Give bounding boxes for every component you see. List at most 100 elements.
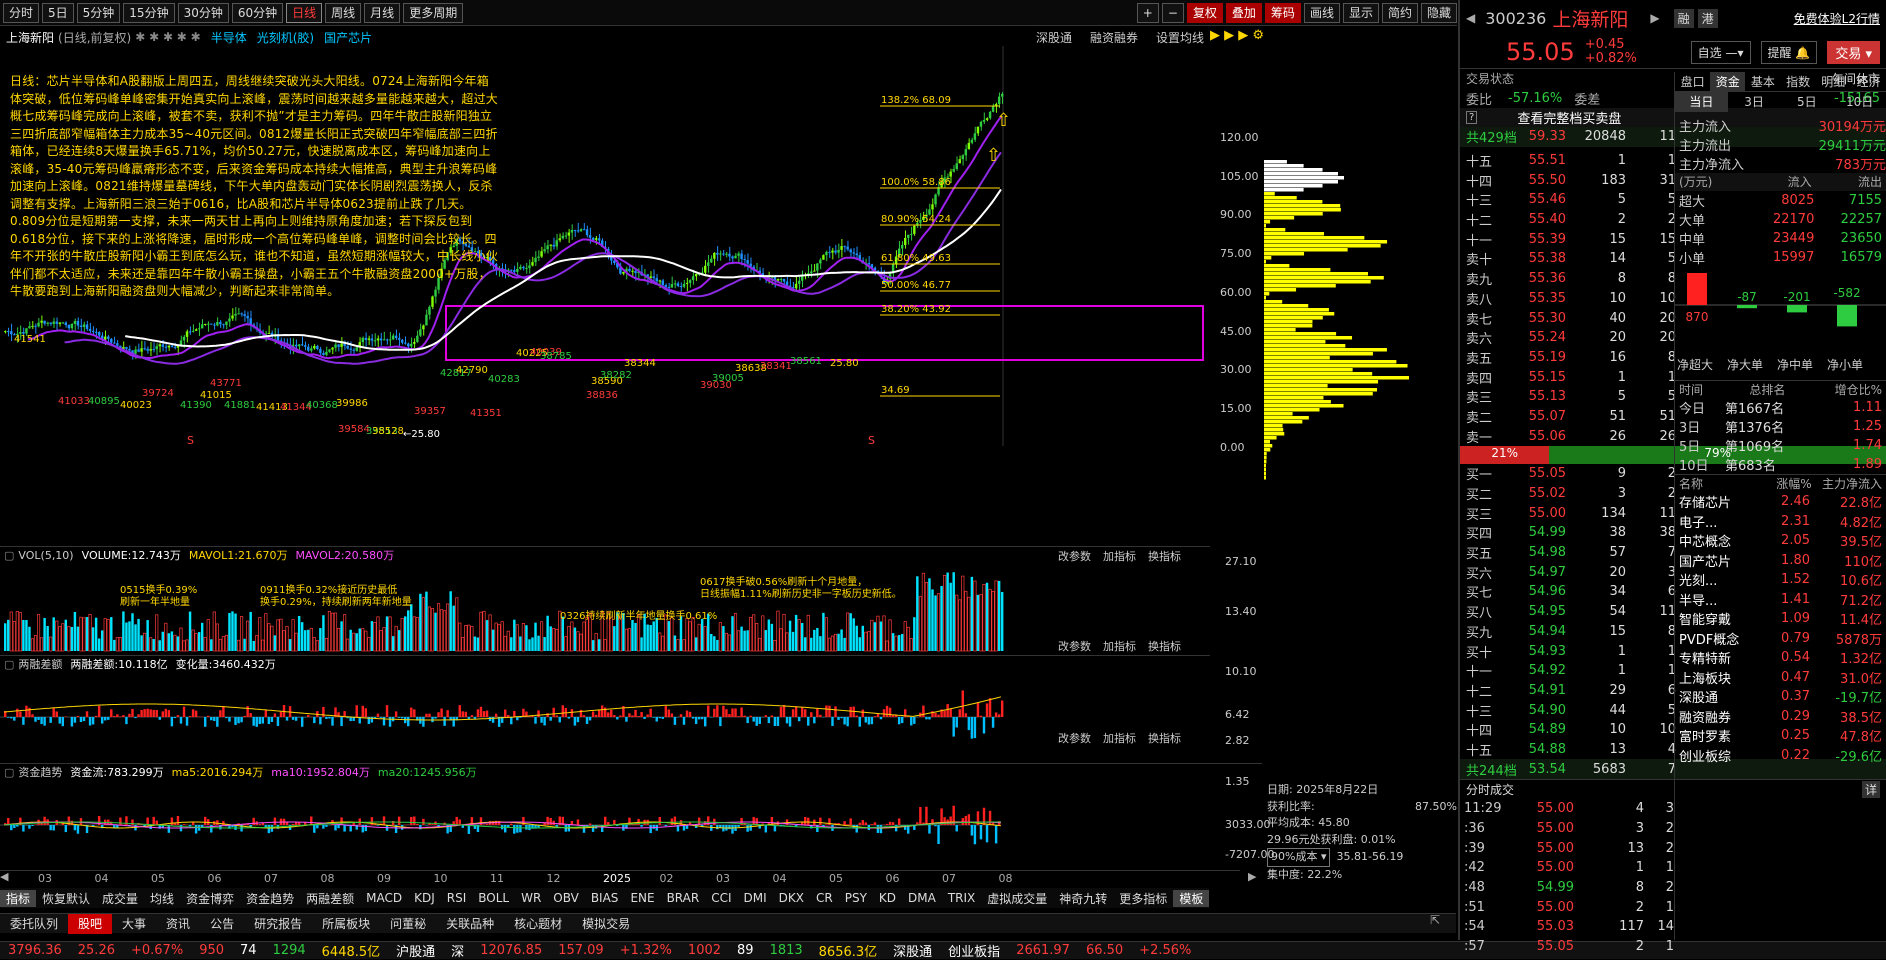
scroll-right-icon[interactable]: ▶ [1248, 870, 1256, 883]
sector-row[interactable]: 专精特新0.541.32亿 [1675, 648, 1886, 668]
indicator-tab-8[interactable]: KDJ [408, 891, 441, 905]
indicator-tab-14[interactable]: ENE [624, 891, 660, 905]
panel-tool-2[interactable]: 换指标 [1148, 548, 1181, 564]
bottom-tab-5[interactable]: 研究报告 [244, 915, 312, 932]
info-tab-5[interactable]: 经济 [1851, 72, 1886, 91]
rong-badge[interactable]: 融 [1674, 9, 1694, 28]
period-8[interactable]: 月线 [364, 3, 400, 23]
bottom-tab-2[interactable]: 大事 [112, 915, 156, 932]
chart-tool-icons[interactable]: ▶ ▶ ▶ ⚙ [1210, 28, 1264, 43]
period-0[interactable]: 分时 [3, 3, 39, 23]
bottom-tab-3[interactable]: 资讯 [156, 915, 200, 932]
toolbar-btn-7[interactable]: 简约 [1382, 3, 1418, 23]
bottom-tab-9[interactable]: 核心题材 [504, 915, 572, 932]
indicator-tab-4[interactable]: 资金博弈 [180, 890, 240, 907]
bottom-tab-10[interactable]: 模拟交易 [572, 915, 640, 932]
period-tab-3[interactable]: 10日 [1833, 92, 1886, 112]
indicator-tab-5[interactable]: 资金趋势 [240, 890, 300, 907]
sector-row[interactable]: 创业板综0.22-29.6亿 [1675, 746, 1886, 766]
tool-margin[interactable]: 融资融券 [1090, 29, 1138, 46]
toolbar-btn-3[interactable]: 叠加 [1226, 3, 1262, 23]
tool-deep[interactable]: 深股通 [1036, 29, 1072, 46]
panel-tool-1[interactable]: 加指标 [1103, 548, 1136, 564]
panel-tool-1[interactable]: 加指标 [1103, 730, 1136, 746]
info-tab-2[interactable]: 基本 [1745, 72, 1780, 91]
scroll-left-icon[interactable]: ◀ [0, 870, 8, 883]
toolbar-btn-0[interactable]: + [1137, 3, 1159, 23]
period-4[interactable]: 30分钟 [178, 3, 229, 23]
sector-tag-0[interactable]: 半导体 [211, 29, 247, 46]
toolbar-btn-1[interactable]: − [1162, 3, 1184, 23]
sector-row[interactable]: 电子...2.314.82亿 [1675, 512, 1886, 532]
bottom-tab-1[interactable]: 股吧 [68, 914, 112, 934]
indicator-tab-7[interactable]: MACD [360, 891, 408, 905]
bottom-tab-4[interactable]: 公告 [200, 915, 244, 932]
expand-icon[interactable]: ⇱ [1430, 913, 1440, 927]
period-2[interactable]: 5分钟 [77, 3, 121, 23]
indicator-tab-3[interactable]: 均线 [144, 890, 180, 907]
indicator-tab-25[interactable]: 神奇九转 [1053, 890, 1113, 907]
period-9[interactable]: 更多周期 [403, 3, 463, 23]
indicator-tab-10[interactable]: BOLL [472, 891, 515, 905]
l2-link[interactable]: 免费体验L2行情 [1794, 10, 1880, 27]
indicator-tab-26[interactable]: 更多指标 [1113, 890, 1173, 907]
sector-tag-1[interactable]: 光刻机(胶) [257, 29, 314, 46]
panel-tool-0[interactable]: 改参数 [1058, 730, 1091, 746]
cost-select[interactable]: 90%成本 ▾ [1267, 848, 1330, 867]
sector-row[interactable]: PVDF概念0.795878万 [1675, 629, 1886, 649]
period-3[interactable]: 15分钟 [123, 3, 174, 23]
sector-tag-2[interactable]: 国产芯片 [324, 29, 372, 46]
tool-ma[interactable]: 设置均线 [1156, 29, 1204, 46]
indicator-tab-16[interactable]: CCI [705, 891, 737, 905]
sector-row[interactable]: 深股通0.37-19.7亿 [1675, 687, 1886, 707]
period-tab-2[interactable]: 5日 [1781, 92, 1834, 112]
sector-row[interactable]: 国产芯片1.80110亿 [1675, 551, 1886, 571]
indicator-tab-27[interactable]: 模板 [1173, 890, 1209, 907]
indicator-tab-6[interactable]: 两融差额 [300, 890, 360, 907]
period-5[interactable]: 60分钟 [232, 3, 283, 23]
toolbar-btn-2[interactable]: 复权 [1187, 3, 1223, 23]
info-tab-3[interactable]: 指数 [1781, 72, 1816, 91]
period-1[interactable]: 5日 [42, 3, 74, 23]
sector-row[interactable]: 富时罗素0.2547.8亿 [1675, 726, 1886, 746]
zixuan-button[interactable]: 自选 —▾ [1691, 41, 1751, 64]
period-7[interactable]: 周线 [325, 3, 361, 23]
indicator-tab-11[interactable]: WR [515, 891, 547, 905]
indicator-tab-18[interactable]: DKX [773, 891, 810, 905]
bottom-tab-0[interactable]: 委托队列 [0, 915, 68, 932]
panel-tool-1[interactable]: 加指标 [1103, 638, 1136, 654]
sector-row[interactable]: 半导...1.4171.2亿 [1675, 590, 1886, 610]
sector-row[interactable]: 上海板块0.4731.0亿 [1675, 668, 1886, 688]
indicator-tab-19[interactable]: CR [810, 891, 839, 905]
panel-tool-0[interactable]: 改参数 [1058, 548, 1091, 564]
trade-button[interactable]: 交易 ▾ [1827, 41, 1880, 64]
toolbar-btn-6[interactable]: 显示 [1343, 3, 1379, 23]
remind-button[interactable]: 提醒 🔔 [1761, 41, 1818, 64]
toolbar-btn-8[interactable]: 隐藏 [1421, 3, 1457, 23]
info-tab-4[interactable]: 明细 [1816, 72, 1851, 91]
indicator-tab-9[interactable]: RSI [441, 891, 473, 905]
period-tab-0[interactable]: 当日 [1675, 92, 1728, 112]
panel-tool-0[interactable]: 改参数 [1058, 638, 1091, 654]
indicator-tab-20[interactable]: PSY [839, 891, 873, 905]
indicator-tab-12[interactable]: OBV [547, 891, 585, 905]
indicator-tab-21[interactable]: KD [873, 891, 902, 905]
sector-row[interactable]: 中芯概念2.0539.5亿 [1675, 531, 1886, 551]
sector-row[interactable]: 光刻...1.5210.6亿 [1675, 570, 1886, 590]
info-tab-0[interactable]: 盘口 [1675, 72, 1710, 91]
indicator-tab-22[interactable]: DMA [902, 891, 942, 905]
indicator-tab-23[interactable]: TRIX [942, 891, 981, 905]
info-tab-1[interactable]: 资金 [1710, 72, 1745, 91]
panel-tool-2[interactable]: 换指标 [1148, 638, 1181, 654]
sector-row[interactable]: 智能穿戴1.0911.4亿 [1675, 609, 1886, 629]
toolbar-btn-4[interactable]: 筹码 [1265, 3, 1301, 23]
indicator-tab-0[interactable]: 指标 [0, 890, 36, 907]
indicator-tab-15[interactable]: BRAR [661, 891, 706, 905]
bottom-tab-6[interactable]: 所属板块 [312, 915, 380, 932]
sector-row[interactable]: 存储芯片2.4622.8亿 [1675, 492, 1886, 512]
panel-tool-2[interactable]: 换指标 [1148, 730, 1181, 746]
bottom-tab-8[interactable]: 关联品种 [436, 915, 504, 932]
period-6[interactable]: 日线 [286, 3, 322, 23]
period-tab-1[interactable]: 3日 [1728, 92, 1781, 112]
prev-stock-icon[interactable]: ◀ [1466, 11, 1475, 25]
